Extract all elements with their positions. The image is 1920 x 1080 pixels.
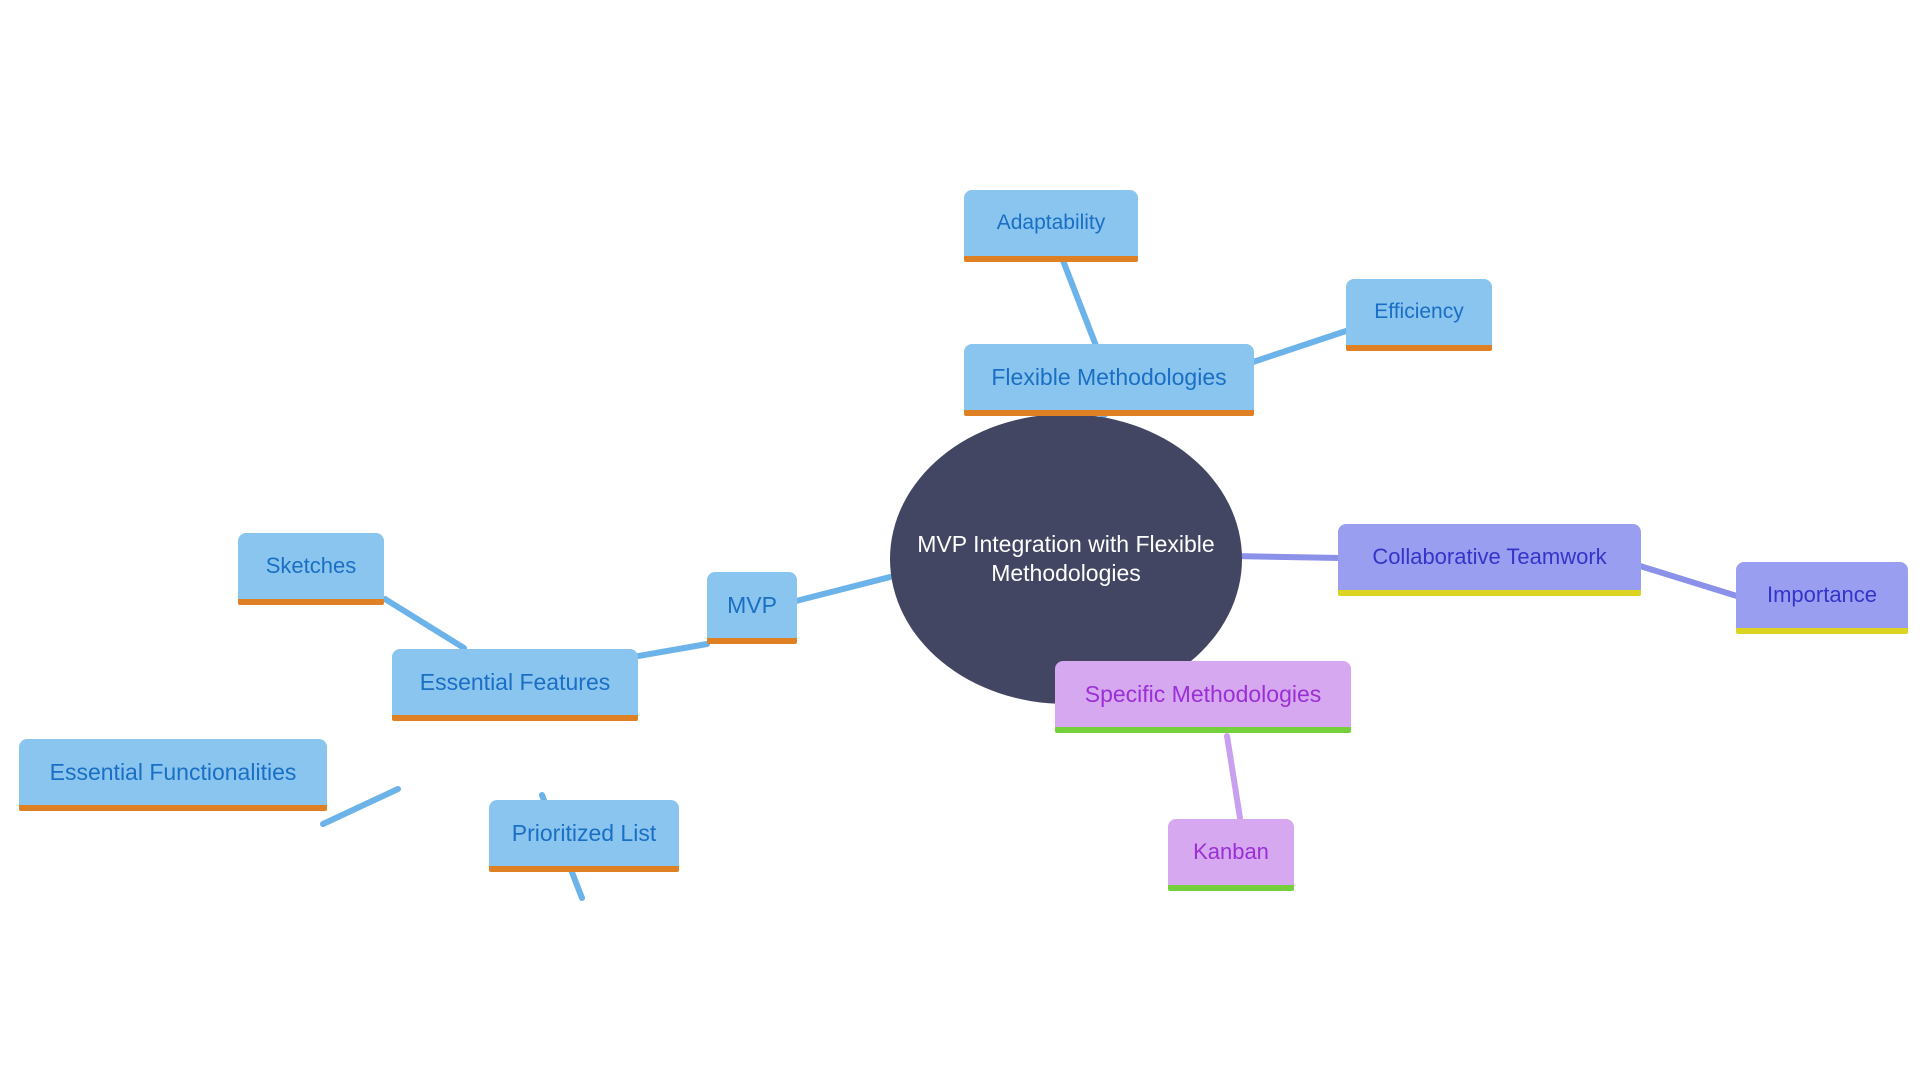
node-kanban-label: Kanban	[1193, 839, 1269, 865]
node-mvp[interactable]: MVP	[707, 572, 797, 644]
node-flexible-methodologies-label: Flexible Methodologies	[991, 363, 1227, 390]
node-efficiency[interactable]: Efficiency	[1346, 279, 1492, 351]
edge-collaborative-teamwork-to-importance	[1637, 563, 1743, 600]
node-mvp-label: MVP	[727, 591, 777, 618]
node-efficiency-label: Efficiency	[1374, 299, 1464, 323]
node-collaborative-teamwork[interactable]: Collaborative Teamwork	[1338, 524, 1641, 596]
node-essential-features-label: Essential Features	[419, 668, 611, 695]
edge-root-to-mvp	[793, 574, 893, 604]
edge-flexible-methodologies-to-efficiency	[1250, 327, 1352, 365]
node-essential-functionalities-label: Essential Functionalities	[49, 758, 297, 785]
node-sketches[interactable]: Sketches	[238, 533, 384, 605]
node-specific-methodologies-label: Specific Methodologies	[1084, 680, 1322, 707]
node-essential-features[interactable]: Essential Features	[392, 649, 638, 721]
node-importance[interactable]: Importance	[1736, 562, 1908, 634]
edge-essential-features-to-sketches	[382, 596, 467, 651]
node-specific-methodologies[interactable]: Specific Methodologies	[1055, 661, 1351, 733]
node-adaptability-label: Adaptability	[996, 210, 1106, 234]
node-sketches-label: Sketches	[265, 553, 357, 579]
node-essential-functionalities[interactable]: Essential Functionalities	[19, 739, 327, 811]
edge-specific-methodologies-to-kanban	[1224, 733, 1243, 821]
edge-flexible-methodologies-to-adaptability	[1059, 255, 1103, 359]
node-kanban[interactable]: Kanban	[1168, 819, 1294, 891]
node-flexible-methodologies[interactable]: Flexible Methodologies	[964, 344, 1254, 416]
node-prioritized-list[interactable]: Prioritized List	[489, 800, 679, 872]
edge-root-to-collaborative-teamwork	[1229, 553, 1344, 561]
node-importance-label: Importance	[1766, 582, 1878, 608]
edge-essential-features-to-essential-functionalities	[320, 786, 401, 827]
node-adaptability[interactable]: Adaptability	[964, 190, 1138, 262]
mindmap-canvas: MVP Integration with Flexible Methodolog…	[0, 0, 1920, 1080]
node-root-label: MVP Integration with Flexible Methodolog…	[917, 531, 1215, 586]
node-prioritized-list-label: Prioritized List	[511, 819, 657, 846]
node-collaborative-teamwork-label: Collaborative Teamwork	[1372, 544, 1607, 570]
